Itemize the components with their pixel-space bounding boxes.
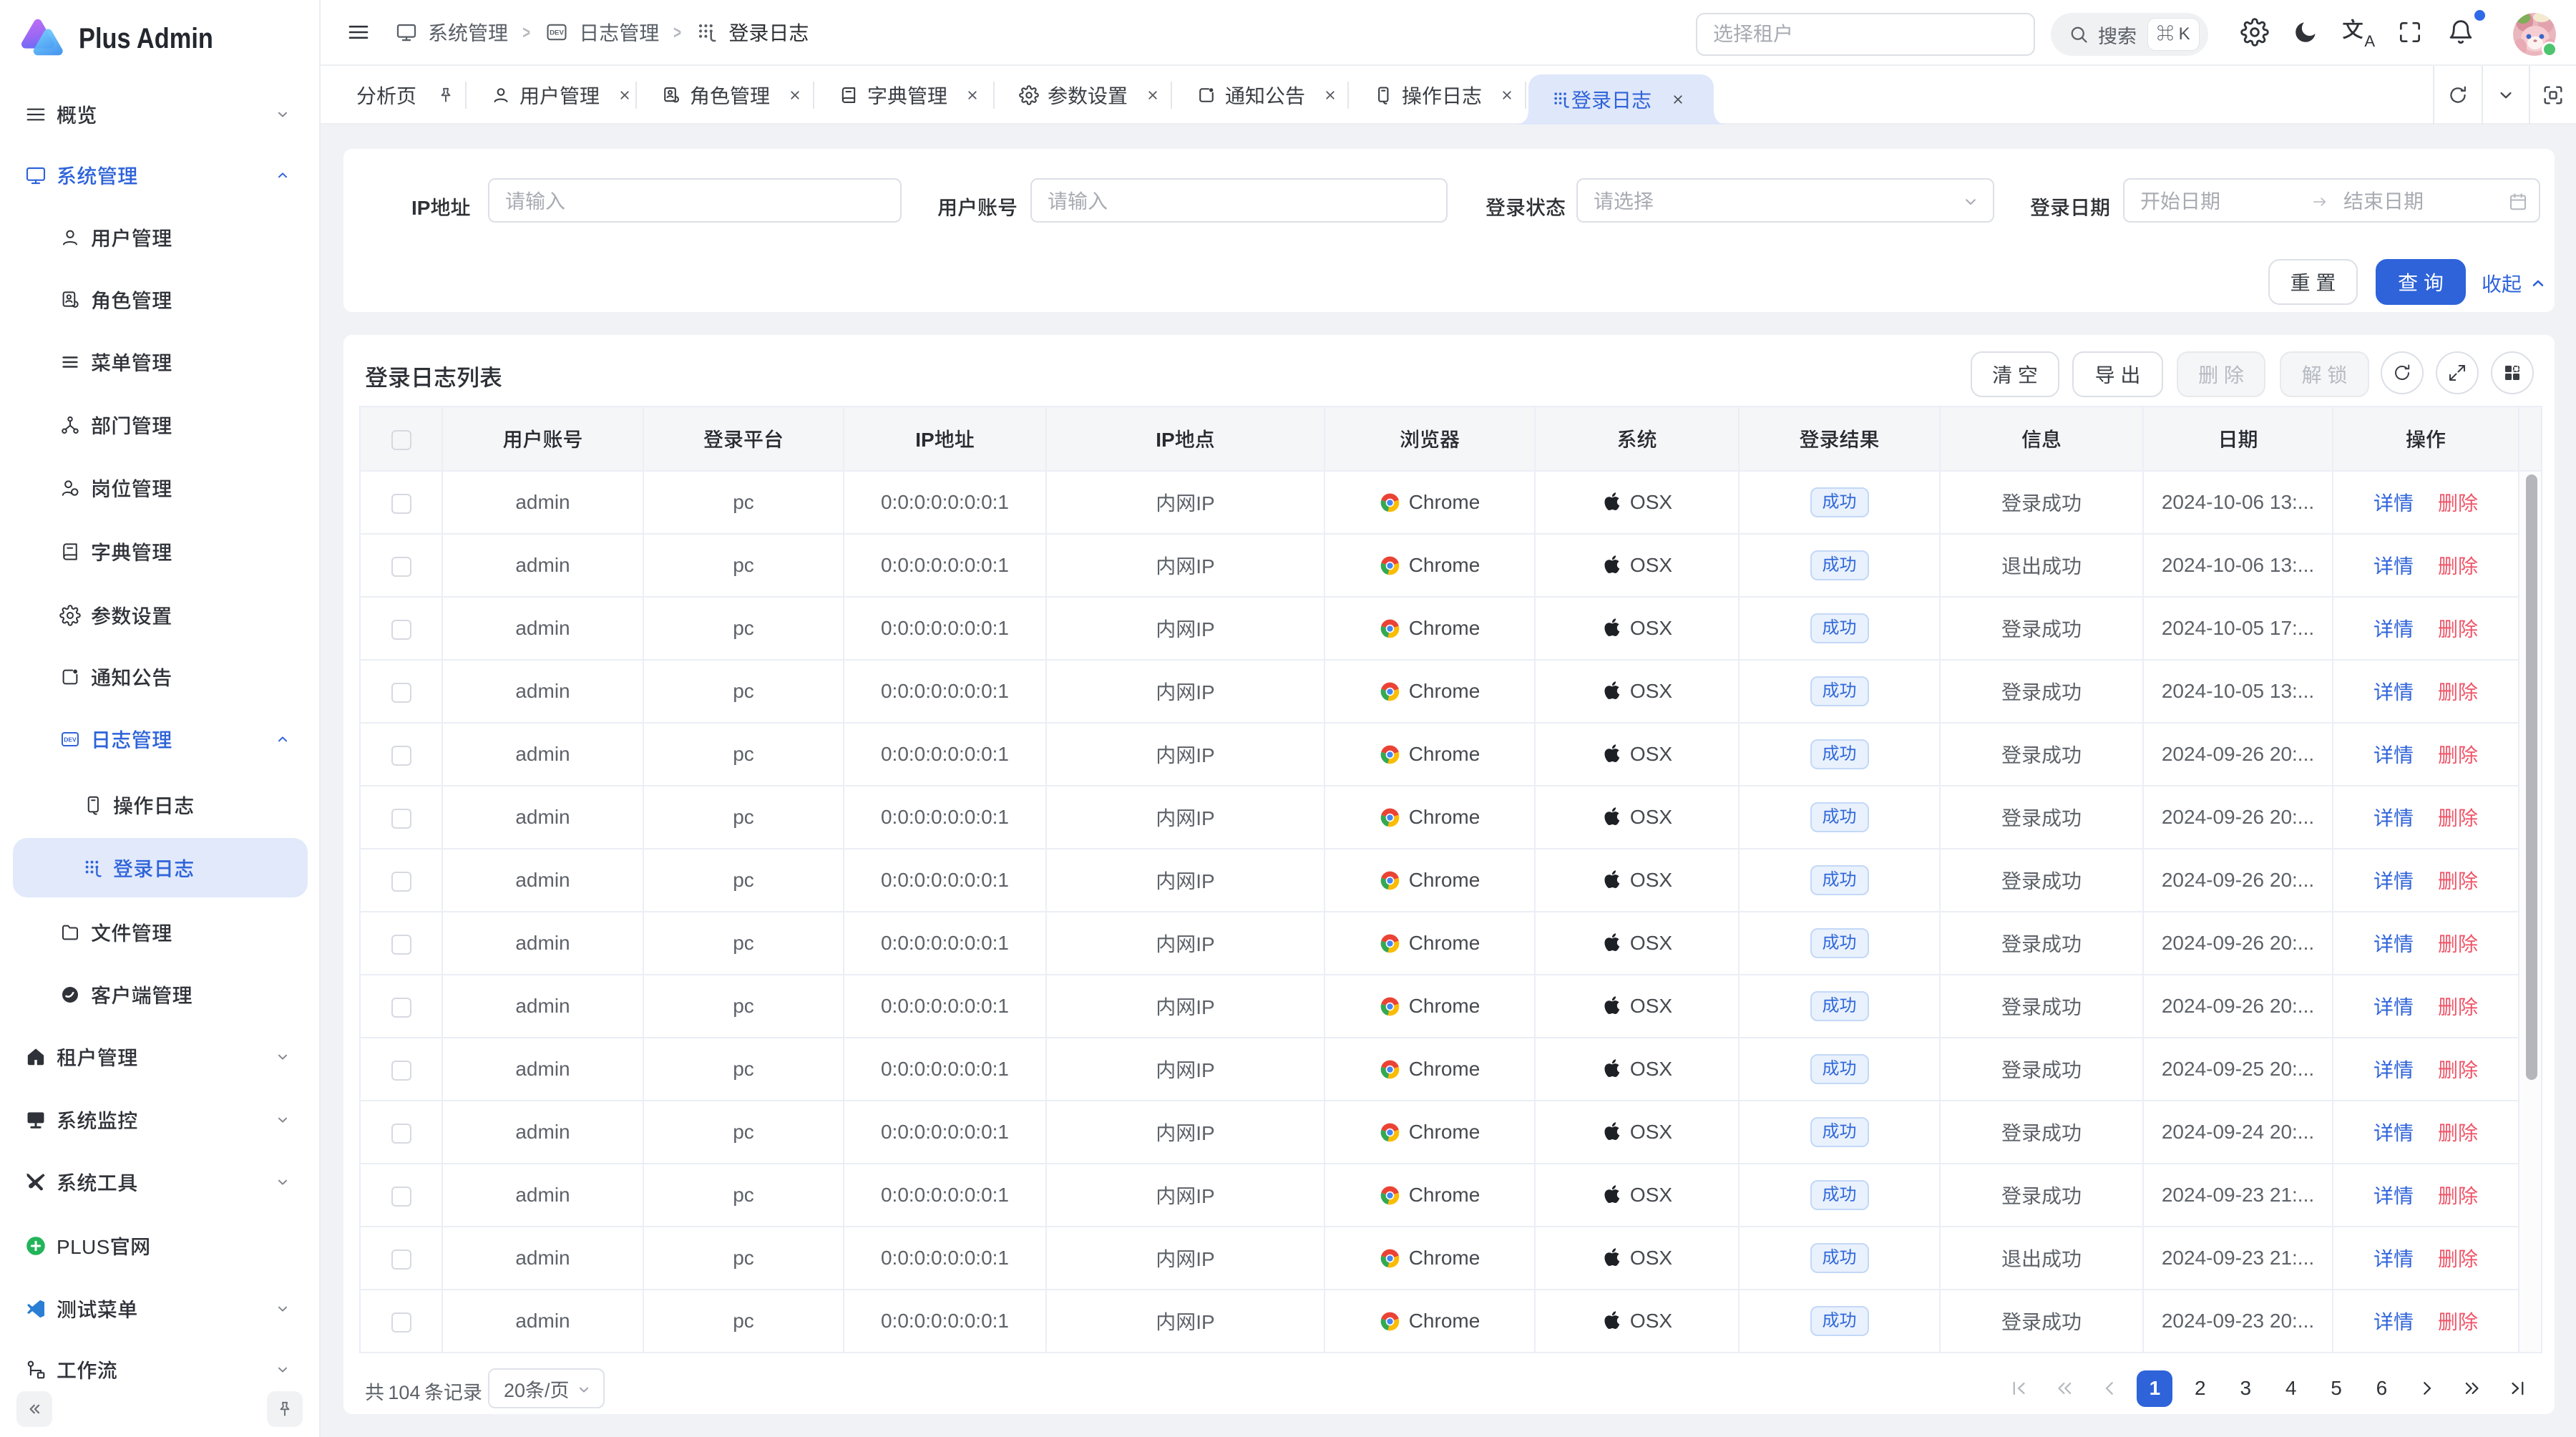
svg-text:DEV: DEV: [64, 736, 77, 743]
svg-text:DEV: DEV: [550, 29, 564, 37]
